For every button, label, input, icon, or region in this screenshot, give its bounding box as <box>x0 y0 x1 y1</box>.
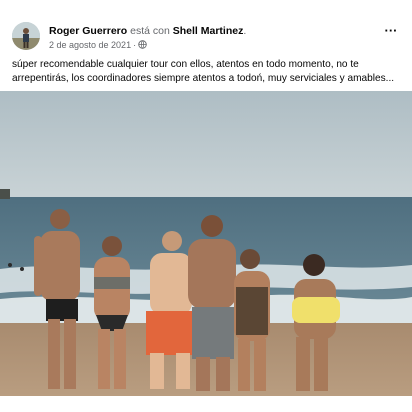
author-avatar[interactable] <box>12 22 40 50</box>
author-name[interactable]: Roger Guerrero <box>49 25 127 37</box>
meta-separator: · <box>133 40 137 50</box>
post-header: Roger Guerrero está con Shell Martinez. … <box>8 22 404 52</box>
globe-icon <box>138 40 147 52</box>
post-date[interactable]: 2 de agosto de 2021 <box>49 40 131 50</box>
post-meta: 2 de agosto de 2021 · <box>49 40 147 52</box>
rock <box>0 189 10 199</box>
facebook-post: Roger Guerrero está con Shell Martinez. … <box>0 0 412 412</box>
more-options-icon[interactable]: ··· <box>382 24 400 40</box>
with-connector: está con <box>127 25 173 37</box>
distant-swimmer <box>20 267 24 271</box>
post-caption: súper recomendable cualquier tour con el… <box>12 59 395 84</box>
distant-swimmer <box>8 263 12 267</box>
author-line: Roger Guerrero está con Shell Martinez. <box>49 25 246 37</box>
sky <box>0 91 412 199</box>
post-photo[interactable] <box>0 91 412 396</box>
tagged-suffix: . <box>243 25 247 37</box>
tagged-person[interactable]: Shell Martinez <box>173 25 244 37</box>
